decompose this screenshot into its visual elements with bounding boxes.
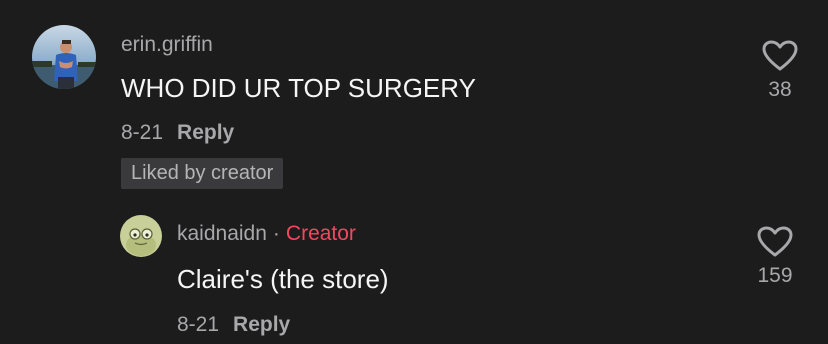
reply-date: 8-21 [177,313,220,336]
heart-outline-icon [757,226,793,257]
avatar-photo [32,25,96,89]
username-text[interactable]: erin.griffin [121,33,213,56]
separator-dot: · [272,222,280,245]
heart-outline-icon [762,40,798,71]
avatar[interactable] [120,215,162,257]
like-button[interactable]: 38 [750,40,810,102]
reply-username[interactable]: kaidnaidn · Creator [177,222,356,246]
liked-by-creator-badge: Liked by creator [121,158,284,189]
reply-button[interactable]: Reply [177,121,234,144]
avatar-frog-image [120,215,162,257]
comment-username[interactable]: erin.griffin [121,33,213,57]
comment-meta: 8-21 Reply [121,121,234,145]
like-count: 159 [757,264,793,287]
username-text[interactable]: kaidnaidn [177,222,267,245]
like-button[interactable]: 159 [745,226,805,288]
comment-text: WHO DID UR TOP SURGERY [121,73,476,103]
like-count: 38 [768,78,792,101]
reply-button[interactable]: Reply [233,313,290,336]
reply-text: Claire's (the store) [177,264,389,294]
comment-date: 8-21 [121,121,164,144]
avatar[interactable] [32,25,96,89]
reply-meta: 8-21 Reply [177,313,290,337]
creator-label: Creator [285,222,356,245]
